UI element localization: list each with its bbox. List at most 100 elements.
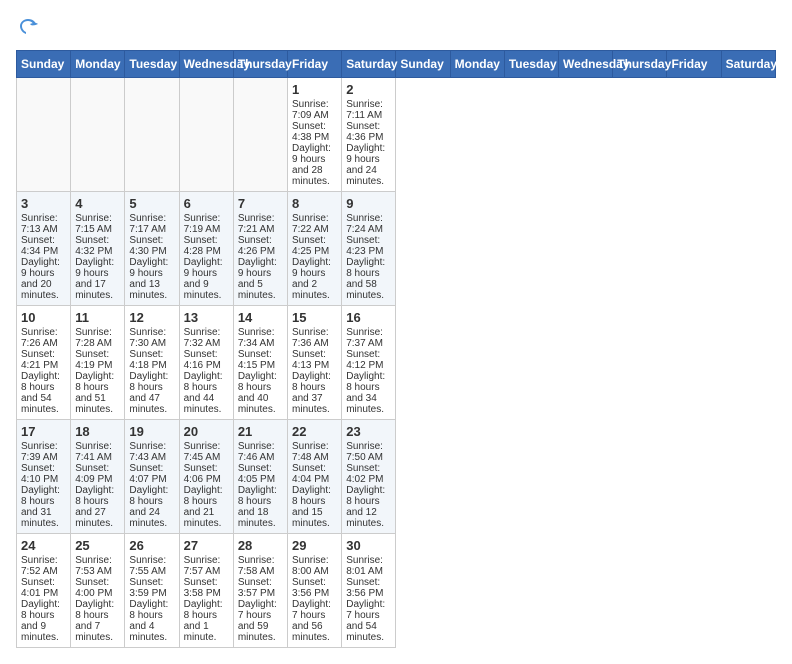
day-number: 9 bbox=[346, 196, 391, 211]
day-info: Daylight: 8 hours bbox=[184, 599, 229, 621]
day-info: Daylight: 8 hours bbox=[129, 599, 174, 621]
calendar-cell: 15Sunrise: 7:36 AMSunset: 4:13 PMDayligh… bbox=[288, 306, 342, 420]
day-info: and 24 minutes. bbox=[129, 507, 174, 529]
day-number: 5 bbox=[129, 196, 174, 211]
day-info: Sunset: 4:26 PM bbox=[238, 235, 283, 257]
logo-bird-icon bbox=[16, 16, 40, 40]
day-info: Sunrise: 7:11 AM bbox=[346, 99, 391, 121]
day-info: Sunrise: 7:39 AM bbox=[21, 441, 66, 463]
calendar-cell: 29Sunrise: 8:00 AMSunset: 3:56 PMDayligh… bbox=[288, 534, 342, 648]
calendar-cell: 25Sunrise: 7:53 AMSunset: 4:00 PMDayligh… bbox=[71, 534, 125, 648]
day-number: 10 bbox=[21, 310, 66, 325]
day-info: Sunrise: 7:28 AM bbox=[75, 327, 120, 349]
day-info: Sunset: 3:58 PM bbox=[184, 577, 229, 599]
day-info: Sunset: 4:09 PM bbox=[75, 463, 120, 485]
day-info: Daylight: 7 hours bbox=[346, 599, 391, 621]
day-info: Sunset: 4:10 PM bbox=[21, 463, 66, 485]
header-cell-thursday: Thursday bbox=[233, 51, 287, 78]
day-info: and 9 minutes. bbox=[21, 621, 66, 643]
day-number: 24 bbox=[21, 538, 66, 553]
day-info: Sunset: 4:05 PM bbox=[238, 463, 283, 485]
calendar-cell bbox=[125, 78, 179, 192]
calendar-table: SundayMondayTuesdayWednesdayThursdayFrid… bbox=[16, 50, 776, 648]
calendar-week-row: 10Sunrise: 7:26 AMSunset: 4:21 PMDayligh… bbox=[17, 306, 776, 420]
day-info: and 37 minutes. bbox=[292, 393, 337, 415]
day-info: Sunrise: 7:36 AM bbox=[292, 327, 337, 349]
day-info: Sunset: 4:01 PM bbox=[21, 577, 66, 599]
day-info: and 12 minutes. bbox=[346, 507, 391, 529]
calendar-cell: 19Sunrise: 7:43 AMSunset: 4:07 PMDayligh… bbox=[125, 420, 179, 534]
header-cell-wednesday: Wednesday bbox=[559, 51, 613, 78]
day-info: Daylight: 8 hours bbox=[292, 485, 337, 507]
page-header bbox=[16, 16, 776, 40]
header-cell-sunday: Sunday bbox=[396, 51, 450, 78]
day-info: Sunrise: 7:46 AM bbox=[238, 441, 283, 463]
day-info: Sunset: 4:25 PM bbox=[292, 235, 337, 257]
day-info: Daylight: 9 hours bbox=[184, 257, 229, 279]
calendar-week-row: 3Sunrise: 7:13 AMSunset: 4:34 PMDaylight… bbox=[17, 192, 776, 306]
day-info: Sunrise: 7:32 AM bbox=[184, 327, 229, 349]
calendar-cell: 2Sunrise: 7:11 AMSunset: 4:36 PMDaylight… bbox=[342, 78, 396, 192]
day-info: Daylight: 8 hours bbox=[184, 371, 229, 393]
day-info: Sunrise: 7:50 AM bbox=[346, 441, 391, 463]
day-info: Daylight: 7 hours bbox=[292, 599, 337, 621]
day-info: Daylight: 8 hours bbox=[346, 371, 391, 393]
day-number: 16 bbox=[346, 310, 391, 325]
day-info: Sunrise: 7:55 AM bbox=[129, 555, 174, 577]
day-info: Daylight: 8 hours bbox=[238, 485, 283, 507]
calendar-cell: 8Sunrise: 7:22 AMSunset: 4:25 PMDaylight… bbox=[288, 192, 342, 306]
calendar-cell: 4Sunrise: 7:15 AMSunset: 4:32 PMDaylight… bbox=[71, 192, 125, 306]
day-info: and 44 minutes. bbox=[184, 393, 229, 415]
header-cell-saturday: Saturday bbox=[721, 51, 775, 78]
day-info: Sunset: 4:30 PM bbox=[129, 235, 174, 257]
day-info: Daylight: 8 hours bbox=[75, 485, 120, 507]
day-info: Daylight: 8 hours bbox=[129, 485, 174, 507]
day-number: 30 bbox=[346, 538, 391, 553]
day-info: and 58 minutes. bbox=[346, 279, 391, 301]
calendar-header-row: SundayMondayTuesdayWednesdayThursdayFrid… bbox=[17, 51, 776, 78]
day-info: Sunrise: 7:22 AM bbox=[292, 213, 337, 235]
day-info: Sunrise: 7:24 AM bbox=[346, 213, 391, 235]
day-info: and 54 minutes. bbox=[21, 393, 66, 415]
day-info: and 54 minutes. bbox=[346, 621, 391, 643]
day-number: 7 bbox=[238, 196, 283, 211]
calendar-cell: 24 Sunrise: 7:52 AMSunset: 4:01 PMDayligh… bbox=[17, 534, 71, 648]
day-info: Sunrise: 7:30 AM bbox=[129, 327, 174, 349]
day-info: and 21 minutes. bbox=[184, 507, 229, 529]
day-info: Sunset: 4:04 PM bbox=[292, 463, 337, 485]
day-info: Daylight: 9 hours bbox=[129, 257, 174, 279]
day-number: 6 bbox=[184, 196, 229, 211]
day-info: Daylight: 8 hours bbox=[129, 371, 174, 393]
day-info: and 27 minutes. bbox=[75, 507, 120, 529]
day-info: Daylight: 8 hours bbox=[21, 599, 66, 621]
day-info: Sunrise: 7:52 AM bbox=[21, 555, 66, 577]
day-info: Daylight: 8 hours bbox=[184, 485, 229, 507]
day-info: Sunset: 3:59 PM bbox=[129, 577, 174, 599]
day-info: Sunset: 4:34 PM bbox=[21, 235, 66, 257]
calendar-cell: 27Sunrise: 7:57 AMSunset: 3:58 PMDayligh… bbox=[179, 534, 233, 648]
calendar-cell: 12Sunrise: 7:30 AMSunset: 4:18 PMDayligh… bbox=[125, 306, 179, 420]
day-number: 14 bbox=[238, 310, 283, 325]
header-cell-tuesday: Tuesday bbox=[125, 51, 179, 78]
day-info: Daylight: 9 hours bbox=[238, 257, 283, 279]
calendar-cell: 17Sunrise: 7:39 AMSunset: 4:10 PMDayligh… bbox=[17, 420, 71, 534]
calendar-cell: 18Sunrise: 7:41 AMSunset: 4:09 PMDayligh… bbox=[71, 420, 125, 534]
day-info: and 7 minutes. bbox=[75, 621, 120, 643]
calendar-cell: 21Sunrise: 7:46 AMSunset: 4:05 PMDayligh… bbox=[233, 420, 287, 534]
day-number: 11 bbox=[75, 310, 120, 325]
day-number: 22 bbox=[292, 424, 337, 439]
calendar-cell: 26Sunrise: 7:55 AMSunset: 3:59 PMDayligh… bbox=[125, 534, 179, 648]
header-cell-friday: Friday bbox=[288, 51, 342, 78]
day-info: and 59 minutes. bbox=[238, 621, 283, 643]
day-number: 17 bbox=[21, 424, 66, 439]
day-number: 23 bbox=[346, 424, 391, 439]
day-info: Daylight: 9 hours bbox=[346, 143, 391, 165]
day-info: and 24 minutes. bbox=[346, 165, 391, 187]
day-number: 19 bbox=[129, 424, 174, 439]
day-info: and 31 minutes. bbox=[21, 507, 66, 529]
day-info: Sunset: 4:19 PM bbox=[75, 349, 120, 371]
header-cell-thursday: Thursday bbox=[613, 51, 667, 78]
day-info: Sunrise: 7:48 AM bbox=[292, 441, 337, 463]
day-number: 1 bbox=[292, 82, 337, 97]
header-cell-monday: Monday bbox=[450, 51, 504, 78]
